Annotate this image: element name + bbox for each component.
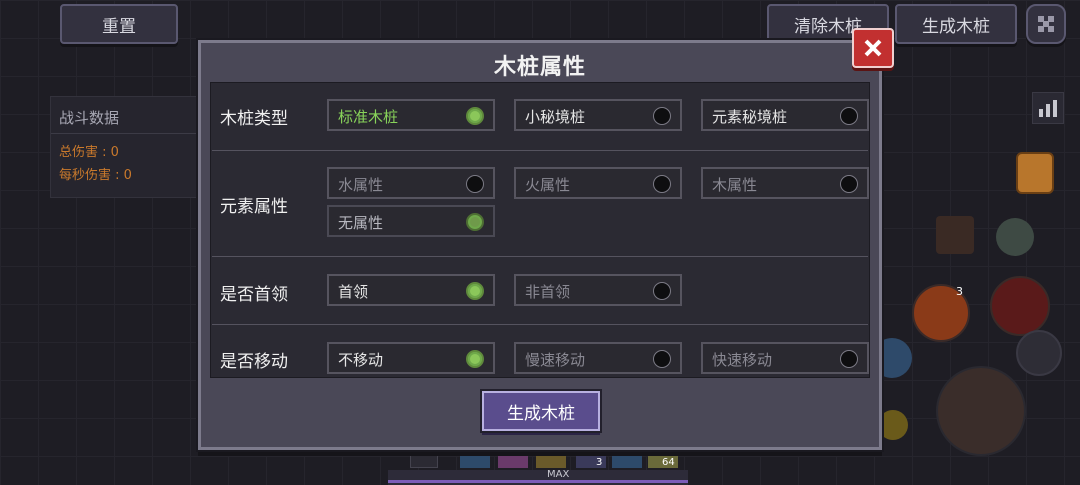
skill-count-b: 3 [596,457,603,468]
dps-text: 每秒伤害 : 0 [59,168,132,183]
spawn-dummy-button[interactable]: 生成木桩 [482,391,600,431]
energy-bar [388,470,688,485]
row-label-dummy-type: 木桩类型 [220,109,288,129]
spawn-dummy-top-button[interactable]: 生成木桩 [895,4,1017,44]
option-fire[interactable]: 火属性 [514,167,682,199]
option-label: 木属性 [712,176,758,194]
swap-weapon-icon[interactable] [1016,330,1062,376]
shield-skill-icon[interactable] [878,410,908,440]
row-divider [212,324,868,325]
skill-slot-1[interactable] [410,448,438,468]
option-label: 标准木桩 [338,108,399,126]
option-label: 慢速移动 [525,351,586,369]
option-label: 快速移动 [712,351,773,369]
divider [51,133,201,134]
attack-sword-icon[interactable] [936,366,1026,456]
option-label: 首领 [338,283,369,301]
energy-bar-fill [388,480,688,483]
radio-empty-icon [840,107,858,125]
weapon-slot-icon[interactable] [936,216,974,254]
close-button[interactable] [852,28,894,68]
row-divider [212,150,868,151]
close-icon [864,39,882,57]
option-no-element[interactable]: 无属性 [327,205,495,237]
radio-empty-icon [840,350,858,368]
total-damage-text: 总伤害 : 0 [59,145,119,160]
option-label: 不移动 [338,351,384,369]
option-fast-move[interactable]: 快速移动 [701,342,869,374]
option-standard-dummy[interactable]: 标准木桩 [327,99,495,131]
radio-empty-icon [653,282,671,300]
radio-selected-icon [466,282,484,300]
backpack-icon[interactable] [1016,152,1054,194]
skill-count-a: 3 [956,285,963,298]
option-label: 水属性 [338,176,384,194]
radio-empty-icon [653,175,671,193]
option-label: 火属性 [525,176,571,194]
demon-skill-icon[interactable] [990,276,1050,336]
stats-chart-icon[interactable] [1032,92,1064,124]
option-water[interactable]: 水属性 [327,167,495,199]
radio-selected-icon [466,213,484,231]
option-slow-move[interactable]: 慢速移动 [514,342,682,374]
skill-count-c: 64 [662,457,675,468]
option-label: 元素秘境桩 [712,108,788,126]
option-wood[interactable]: 木属性 [701,167,869,199]
option-element-realm-dummy[interactable]: 元素秘境桩 [701,99,869,131]
row-label-element: 元素属性 [220,197,288,217]
reset-button[interactable]: 重置 [60,4,178,44]
radio-empty-icon [466,175,484,193]
option-label: 小秘境桩 [525,108,586,126]
skill-slot-2[interactable] [460,450,490,468]
radio-selected-icon [466,107,484,125]
option-label: 非首领 [525,283,571,301]
radio-empty-icon [840,175,858,193]
row-label-boss: 是否首领 [220,285,288,305]
row-label-move: 是否移动 [220,352,288,372]
skill-slot-3[interactable] [498,450,528,468]
option-boss[interactable]: 首领 [327,274,495,306]
pet-skill-icon[interactable] [996,218,1034,256]
option-non-boss[interactable]: 非首领 [514,274,682,306]
skill-slot-4[interactable] [536,450,566,468]
option-small-realm-dummy[interactable]: 小秘境桩 [514,99,682,131]
radio-empty-icon [653,350,671,368]
radio-selected-icon [466,350,484,368]
settings-grid-icon[interactable] [1026,4,1066,44]
max-label: MAX [547,469,570,480]
combat-stats-panel: 战斗数据 总伤害 : 0 每秒伤害 : 0 [50,96,202,198]
radio-empty-icon [653,107,671,125]
row-divider [212,256,868,257]
combat-stats-title: 战斗数据 [59,109,120,127]
skill-slot-6[interactable] [612,450,642,468]
option-label: 无属性 [338,214,384,232]
dialog-title: 木桩属性 [493,55,586,80]
option-no-move[interactable]: 不移动 [327,342,495,374]
